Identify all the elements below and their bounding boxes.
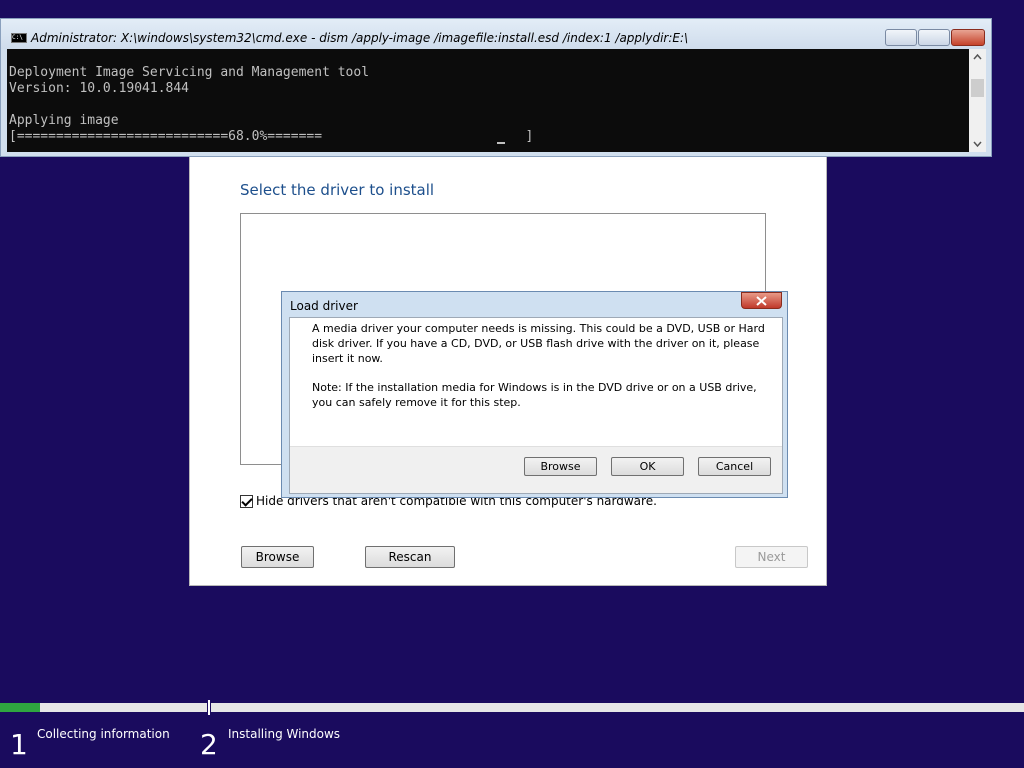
close-icon — [756, 296, 767, 306]
console-line: Version: 10.0.19041.844 — [9, 81, 190, 96]
dialog-title: Load driver — [290, 299, 358, 313]
dialog-close-button[interactable] — [741, 292, 782, 309]
checkmark-icon — [241, 494, 253, 507]
cmd-window-title: Administrator: X:\windows\system32\cmd.e… — [31, 31, 689, 45]
console-output[interactable]: Deployment Image Servicing and Managemen… — [7, 49, 969, 152]
browse-button[interactable]: Browse — [241, 546, 314, 568]
dialog-panel: A media driver your computer needs is mi… — [289, 317, 783, 494]
load-driver-dialog: Load driver A media driver your computer… — [281, 291, 788, 498]
page-title: Select the driver to install — [240, 181, 435, 199]
hide-incompatible-checkbox[interactable] — [240, 494, 253, 508]
console-line: Applying image — [9, 113, 119, 128]
text-cursor — [497, 142, 505, 144]
step-label: Collecting information — [37, 727, 170, 741]
cmd-window: C:\ Administrator: X:\windows\system32\c… — [0, 18, 992, 157]
cancel-button[interactable]: Cancel — [698, 457, 771, 476]
maximize-button[interactable] — [918, 29, 950, 46]
console-progress-line: [===========================68.0%=======… — [9, 129, 534, 144]
rescan-button[interactable]: Rescan — [365, 546, 455, 568]
dialog-note: Note: If the installation media for Wind… — [312, 381, 757, 409]
ok-button[interactable]: OK — [611, 457, 684, 476]
dialog-content: A media driver your computer needs is mi… — [290, 318, 782, 447]
next-button[interactable]: Next — [735, 546, 808, 568]
step-number: 1 — [10, 728, 28, 761]
step-label: Installing Windows — [228, 727, 341, 741]
scrollbar-arrows-icon — [971, 53, 984, 148]
step-number: 2 — [200, 728, 218, 761]
step1-progress-track — [0, 703, 207, 712]
minimize-button[interactable] — [885, 29, 917, 46]
cmd-titlebar[interactable]: C:\ Administrator: X:\windows\system32\c… — [1, 19, 991, 49]
console-scrollbar[interactable] — [969, 49, 986, 152]
step2-progress-track — [211, 703, 1024, 712]
step1-progress-fill — [0, 703, 40, 712]
dialog-message: A media driver your computer needs is mi… — [312, 322, 765, 365]
step-divider — [208, 700, 210, 715]
console-line: Deployment Image Servicing and Managemen… — [9, 65, 370, 80]
close-button[interactable] — [951, 29, 985, 46]
dialog-browse-button[interactable]: Browse — [524, 457, 597, 476]
cmd-icon: C:\ — [11, 33, 27, 43]
